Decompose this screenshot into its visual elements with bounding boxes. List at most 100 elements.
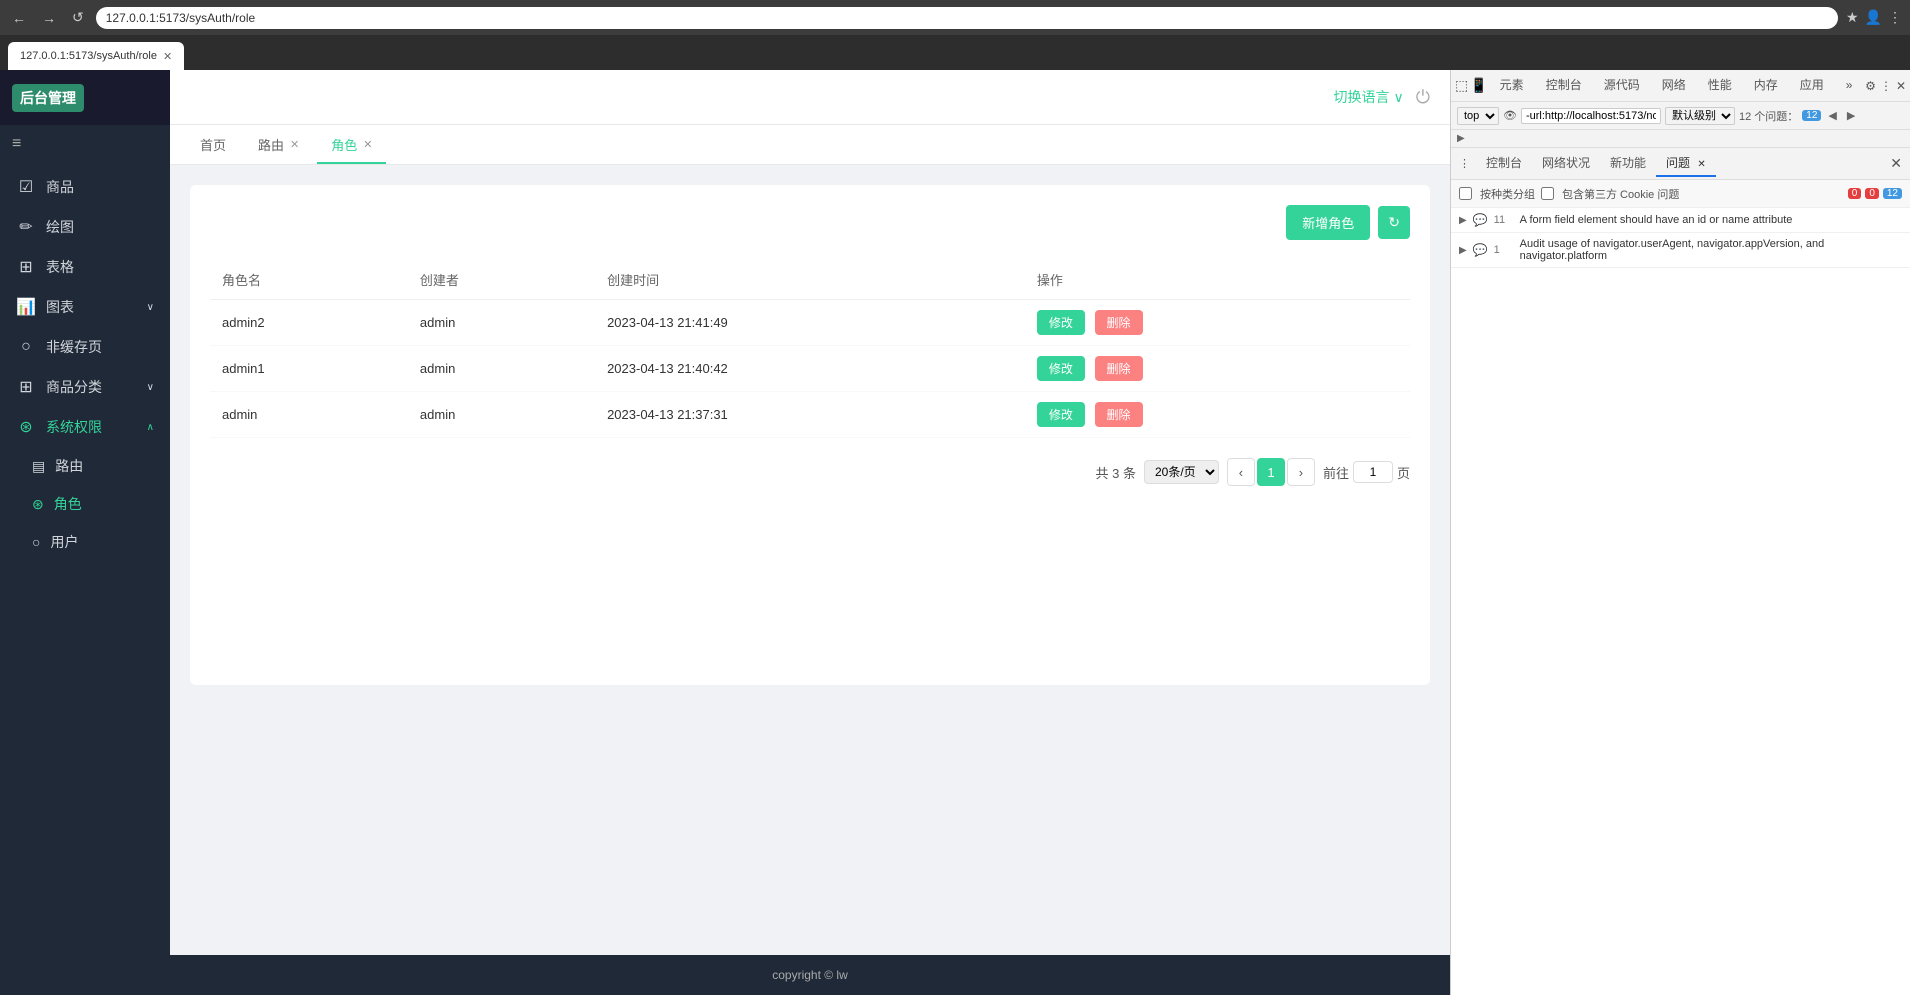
devtools-more-icon[interactable]: ⋮ [1459,157,1470,170]
devtools-context-select[interactable]: top [1457,107,1499,125]
sidebar-item-auth[interactable]: ⊛ 系统权限 ∧ [0,407,170,447]
nocache-icon: ○ [16,338,36,356]
tab-route[interactable]: 路由 ✕ [244,127,313,164]
chart-arrow-icon: ∨ [147,302,154,313]
devtools-settings-icon[interactable]: ⚙ [1865,79,1876,93]
goto-prefix: 前往 [1323,463,1349,482]
group-by-label: 按种类分组 [1480,186,1535,202]
pagination-nav: ‹ 1 › [1227,458,1315,486]
devtools-inspect-icon[interactable]: ⬚ [1455,77,1468,94]
third-party-label: 包含第三方 Cookie 问题 [1562,186,1679,202]
sidebar-menu: ☑ 商品 ✏ 绘图 ⊞ 表格 📊 图表 ∨ ○ 非缓存页 ⊞ 商品 [0,163,170,995]
role-created-at-2: 2023-04-13 21:37:31 [595,392,1025,438]
devtools-level-select[interactable]: 默认级别 [1665,107,1735,125]
third-party-check[interactable] [1541,187,1554,200]
sidebar-item-chart[interactable]: 📊 图表 ∨ [0,287,170,327]
devtools-tab-memory[interactable]: 内存 [1744,72,1788,99]
sidebar-submenu: ▤ 路由 ⊛ 角色 ○ 用户 [0,447,170,561]
devtools-tab-elements[interactable]: 元素 [1490,72,1534,99]
devtools-arrow-right[interactable]: ▶ [1844,108,1858,123]
devtools-filter-input[interactable] [1521,108,1661,124]
next-page-button[interactable]: › [1287,458,1315,486]
table-row: admin1 admin 2023-04-13 21:40:42 修改 删除 [210,346,1410,392]
tab-label: 127.0.0.1:5173/sysAuth/role [20,50,157,62]
devtools-panel-tab-network[interactable]: 网络状况 [1532,150,1600,177]
devtools-top-bar: top 👁 默认级别 12 个问题： 12 ◀ ▶ [1451,102,1910,130]
issue-num-1: 11 [1494,214,1514,226]
profile-icon[interactable]: 👤 [1865,9,1882,26]
role-creator-0: admin [408,300,595,346]
devtools-tab-console[interactable]: 控制台 [1536,72,1592,99]
edit-button-2[interactable]: 修改 [1037,402,1085,427]
page-tabs: 首页 路由 ✕ 角色 ✕ [170,125,1450,165]
sidebar-item-draw-label: 绘图 [46,217,154,237]
sidebar-item-category[interactable]: ⊞ 商品分类 ∨ [0,367,170,407]
delete-button-0[interactable]: 删除 [1095,310,1143,335]
issue-num-2: 1 [1494,244,1514,256]
devtools-options-icon[interactable]: ⋮ [1880,79,1892,93]
devtools-tab-performance[interactable]: 性能 [1698,72,1742,99]
sidebar: 后台管理 ≡ ☑ 商品 ✏ 绘图 ⊞ 表格 📊 图表 ∨ ○ 非缓存 [0,70,170,995]
edit-button-1[interactable]: 修改 [1037,356,1085,381]
tab-route-close[interactable]: ✕ [290,138,299,151]
devtools-panel-tab-console[interactable]: 控制台 [1476,150,1532,177]
back-button[interactable]: ← [8,8,30,28]
devtools-device-icon[interactable]: 📱 [1470,77,1487,94]
forward-button[interactable]: → [38,8,60,28]
tab-home[interactable]: 首页 [186,127,240,164]
issues-close-icon[interactable]: ✕ [1890,155,1902,172]
issue-icon-2: 💬 [1473,243,1488,257]
issue-arrow-2: ▶ [1459,245,1467,256]
devtools-tab-application[interactable]: 应用 [1790,72,1834,99]
tab-role[interactable]: 角色 ✕ [317,127,386,164]
sidebar-collapse-button[interactable]: ≡ [0,125,170,163]
sidebar-item-draw[interactable]: ✏ 绘图 [0,207,170,247]
devtools-panel-tab-new[interactable]: 新功能 [1600,150,1656,177]
sidebar-subitem-route[interactable]: ▤ 路由 [16,447,170,485]
prev-page-button[interactable]: ‹ [1227,458,1255,486]
menu-icon[interactable]: ⋮ [1888,9,1902,26]
sidebar-item-goods[interactable]: ☑ 商品 [0,167,170,207]
sidebar-item-chart-label: 图表 [46,297,137,317]
data-table: 角色名 创建者 创建时间 操作 admin2 admin 2023-04-13 … [210,260,1410,438]
page-1-button[interactable]: 1 [1257,458,1285,486]
devtools-arrow-left[interactable]: ◀ [1825,108,1839,123]
role-creator-1: admin [408,346,595,392]
devtools-tab-sources[interactable]: 源代码 [1594,72,1650,99]
auth-icon: ⊛ [16,417,36,437]
issue-row-2[interactable]: ▶ 💬 1 Audit usage of navigator.userAgent… [1451,233,1910,268]
power-button[interactable]: ⏻ [1416,87,1430,108]
devtools-tab-network[interactable]: 网络 [1652,72,1696,99]
delete-button-1[interactable]: 删除 [1095,356,1143,381]
refresh-button[interactable]: ↻ [1378,206,1410,239]
devtools-panel-tab-issues[interactable]: 问题 ✕ [1656,150,1716,177]
devtools-tab-more[interactable]: » [1836,74,1863,98]
bookmark-icon[interactable]: ★ [1846,9,1859,26]
sidebar-subitem-role-label: 角色 [54,494,82,514]
col-header-creator: 创建者 [408,260,595,300]
goto-input[interactable] [1353,461,1393,483]
sidebar-subitem-role[interactable]: ⊛ 角色 [16,485,170,523]
tab-role-close[interactable]: ✕ [363,138,372,151]
url-bar[interactable]: 127.0.0.1:5173/sysAuth/role [96,7,1838,29]
sidebar-logo: 后台管理 [0,70,170,125]
group-by-check[interactable] [1459,187,1472,200]
refresh-button[interactable]: ↺ [68,7,88,28]
browser-tab[interactable]: 127.0.0.1:5173/sysAuth/role ✕ [8,42,184,70]
issues-tab-close[interactable]: ✕ [1697,159,1705,170]
page-size-select[interactable]: 10条/页 20条/页 50条/页 [1144,460,1219,484]
devtools-close-icon[interactable]: ✕ [1896,79,1906,93]
issue-row-1[interactable]: ▶ 💬 11 A form field element should have … [1451,208,1910,233]
sidebar-subitem-user[interactable]: ○ 用户 [16,523,170,561]
sidebar-item-table[interactable]: ⊞ 表格 [0,247,170,287]
devtools-expand-arrow[interactable]: ▶ [1457,133,1465,144]
sidebar-item-nocache[interactable]: ○ 非缓存页 [0,327,170,367]
edit-button-0[interactable]: 修改 [1037,310,1085,335]
delete-button-2[interactable]: 删除 [1095,402,1143,427]
issue-text-1: A form field element should have an id o… [1520,214,1793,226]
lang-switch[interactable]: 切换语言 ∨ [1334,87,1404,107]
devtools-eye-icon[interactable]: 👁 [1503,109,1517,122]
add-role-button[interactable]: 新增角色 [1286,205,1370,240]
tab-close-icon[interactable]: ✕ [163,50,172,63]
role-name-0: admin2 [210,300,408,346]
